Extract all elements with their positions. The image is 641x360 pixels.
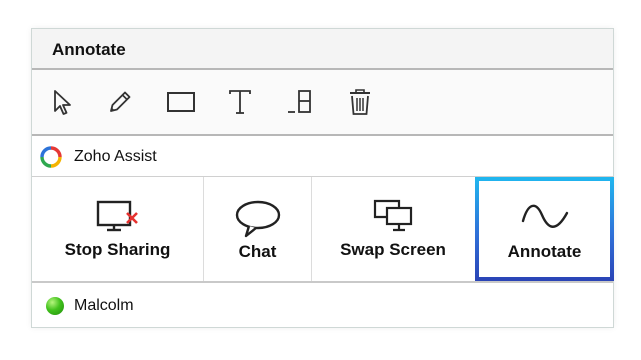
text-tool-button[interactable]	[222, 84, 258, 120]
annotate-title: Annotate	[52, 40, 126, 59]
rectangle-tool-button[interactable]	[163, 84, 199, 120]
chat-bubble-icon	[235, 200, 280, 238]
annotate-button[interactable]: Annotate	[475, 177, 614, 281]
trash-tool-button[interactable]	[342, 84, 378, 120]
eraser-icon	[288, 90, 311, 113]
stop-sharing-icon	[96, 200, 138, 232]
pencil-icon	[110, 91, 131, 112]
stop-sharing-label: Stop Sharing	[64, 240, 171, 259]
chat-button[interactable]: Chat	[204, 177, 311, 281]
session-actions: Stop Sharing Chat Swap Screen Annotate	[32, 177, 613, 283]
rectangle-icon	[167, 92, 195, 112]
online-status-icon	[46, 297, 64, 315]
annotate-label: Annotate	[507, 242, 582, 261]
trash-icon	[350, 89, 370, 115]
text-icon	[229, 90, 251, 114]
swap-screen-label: Swap Screen	[340, 240, 446, 259]
user-name: Malcolm	[74, 297, 134, 314]
zoho-assist-logo-icon	[40, 146, 62, 168]
annotate-wave-icon	[521, 204, 568, 228]
cursor-arrow-icon	[54, 90, 71, 115]
zoho-assist-bar: Zoho Assist	[32, 136, 613, 177]
annotate-header: Annotate	[32, 29, 613, 70]
user-bar: Malcolm	[32, 283, 613, 327]
pointer-tool-button[interactable]	[44, 84, 80, 120]
annotate-panel: Annotate Zoho Assist Stop Sharing Chat S…	[31, 28, 614, 328]
chat-label: Chat	[238, 242, 277, 261]
eraser-tool-button[interactable]	[282, 84, 318, 120]
stop-sharing-button[interactable]: Stop Sharing	[32, 177, 203, 281]
pen-tool-button[interactable]	[102, 84, 138, 120]
swap-screen-button[interactable]: Swap Screen	[312, 177, 474, 281]
app-name: Zoho Assist	[74, 148, 157, 165]
swap-screen-icon	[373, 199, 413, 232]
annotation-toolbar	[32, 70, 613, 136]
